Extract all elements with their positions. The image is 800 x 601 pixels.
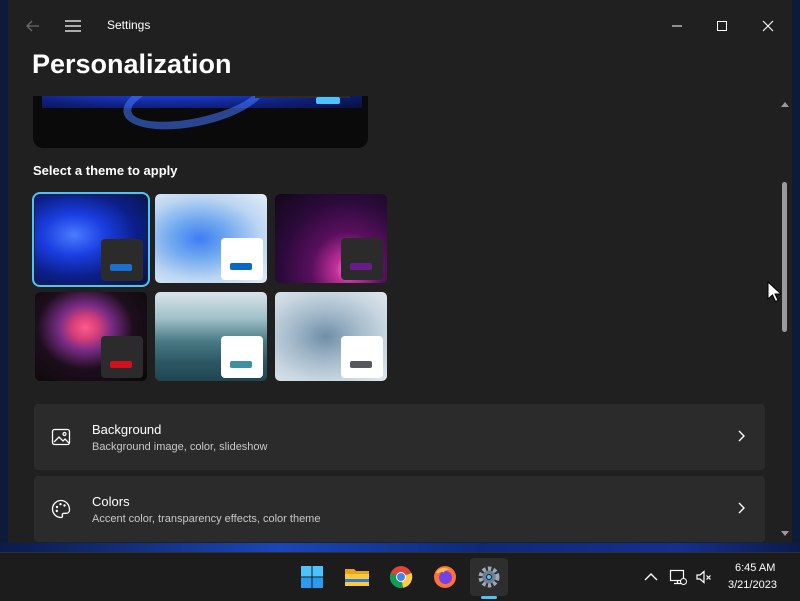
preview-accent-bar [316,97,340,104]
theme-flow[interactable] [275,292,387,381]
theme-sunrise[interactable] [155,292,267,381]
colors-card-subtitle: Accent color, transparency effects, colo… [92,513,321,525]
hamburger-icon [65,20,81,32]
minimize-button[interactable] [660,9,694,43]
settings-icon [478,566,500,588]
theme-windows-light[interactable] [155,194,267,283]
minimize-icon [672,25,682,27]
theme-accent-bar [110,264,132,271]
settings-taskbar-button[interactable] [470,558,508,596]
app-title: Settings [107,18,151,32]
palette-icon [51,499,71,519]
background-settings-card[interactable]: Background Background image, color, slid… [34,404,765,470]
title-bar: Settings [8,0,792,50]
background-card-subtitle: Background image, color, slideshow [92,441,268,453]
start-button[interactable] [293,558,331,596]
maximize-button[interactable] [705,9,739,43]
theme-windows-dark[interactable] [32,192,150,287]
back-button[interactable] [16,9,50,43]
clock-time[interactable]: 6:45 AM [735,562,775,574]
chevron-up-icon[interactable] [642,568,660,586]
colors-card-title: Colors [92,494,130,509]
theme-mini-window [341,336,383,378]
background-card-title: Background [92,422,162,437]
scroll-down-arrow-icon[interactable] [780,528,790,538]
close-button[interactable] [751,9,785,43]
theme-mini-window [101,239,143,281]
theme-accent-bar [350,361,372,368]
volume-muted-icon[interactable] [695,568,713,586]
active-app-indicator [481,596,497,599]
maximize-icon [717,21,727,31]
personalization-content: Select a theme to apply Background Backg… [8,96,778,543]
vertical-scrollbar[interactable] [778,96,792,543]
taskbar: 6:45 AM 3/21/2023 [0,552,800,601]
desktop-wallpaper-strip [0,543,800,552]
close-icon [762,20,774,32]
back-arrow-icon [26,20,39,32]
network-icon[interactable] [669,568,687,586]
colors-settings-card[interactable]: Colors Accent color, transparency effect… [34,476,765,542]
firefox-icon [434,566,456,588]
clock-date[interactable]: 3/21/2023 [728,579,777,591]
theme-accent-bar [110,361,132,368]
chrome-button[interactable] [382,558,420,596]
firefox-button[interactable] [426,558,464,596]
theme-mini-window [221,336,263,378]
file-explorer-button[interactable] [338,558,376,596]
chevron-right-icon [738,502,745,514]
navigation-menu-button[interactable] [56,9,90,43]
image-icon [51,428,71,446]
scroll-up-arrow-icon[interactable] [780,100,790,110]
chrome-icon [389,566,413,588]
file-explorer-icon [345,569,369,586]
theme-glow[interactable] [275,194,387,283]
page-title: Personalization [32,49,232,79]
theme-accent-bar [230,263,252,270]
theme-mini-window [101,336,143,378]
theme-preview [33,96,368,148]
theme-mini-window [341,238,383,280]
scrollbar-thumb[interactable] [782,182,787,332]
start-icon [301,566,323,588]
theme-captured-motion[interactable] [35,292,147,381]
theme-section-label: Select a theme to apply [33,163,178,178]
mouse-cursor-icon [767,281,781,303]
theme-mini-window [221,238,263,280]
theme-accent-bar [230,361,252,368]
settings-window: Settings Personalization Select a theme … [8,0,792,543]
chevron-right-icon [738,430,745,442]
theme-accent-bar [350,263,372,270]
